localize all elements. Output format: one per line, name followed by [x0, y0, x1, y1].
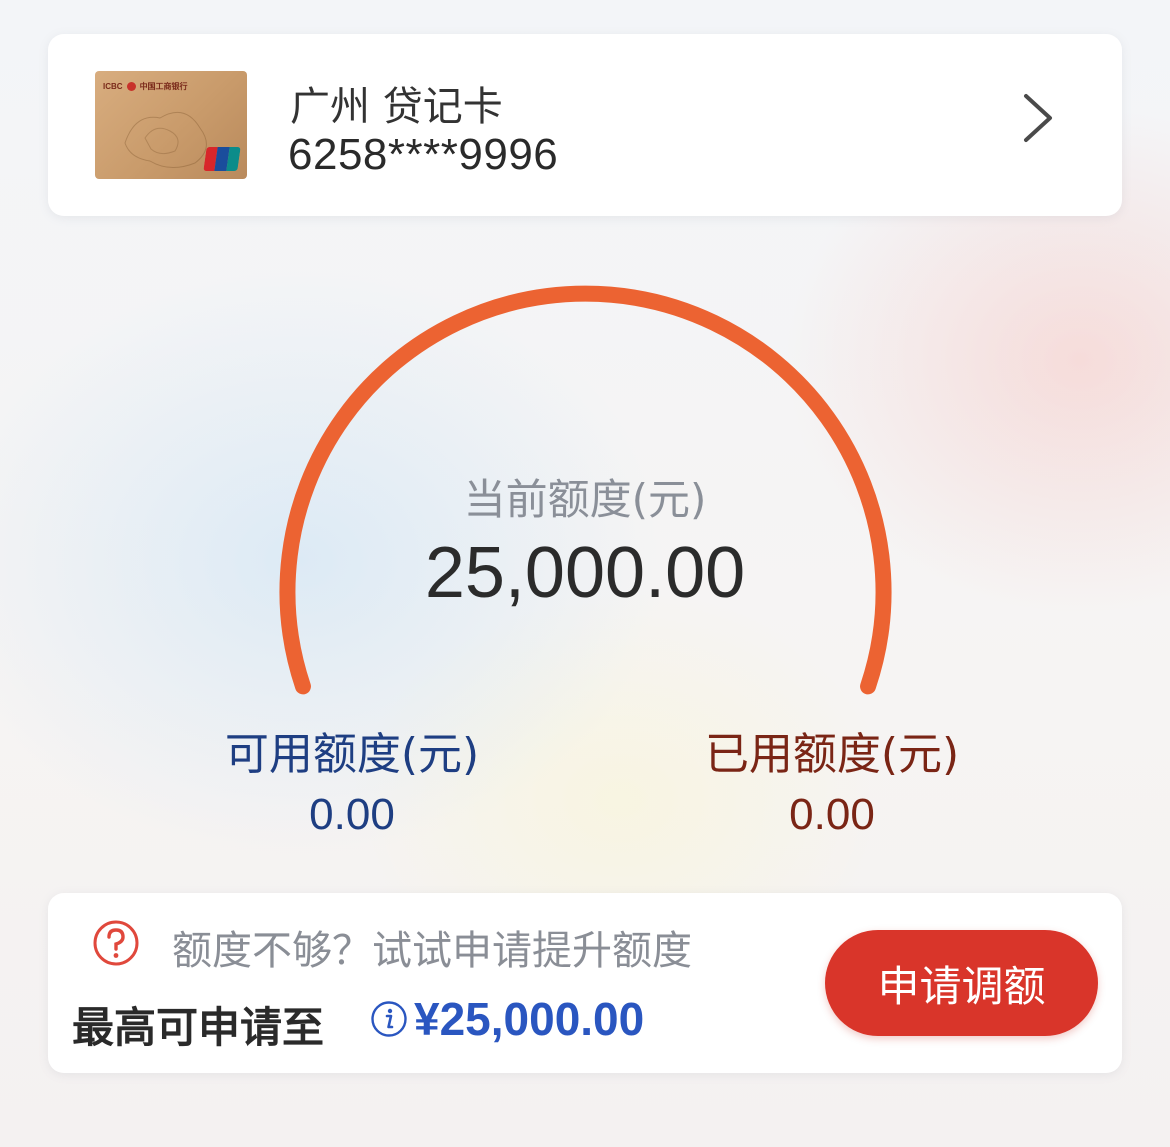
used-limit-label: 已用额度(元) [704, 729, 960, 780]
unionpay-icon [203, 147, 241, 171]
card-number: 6258****9996 [288, 130, 559, 179]
bank-logo-icon [126, 82, 136, 91]
card-image: ICBC 中国工商银行 [95, 71, 247, 179]
apply-raise-button[interactable]: 申请调额 [825, 930, 1098, 1036]
max-limit-value: ¥25,000.00 [414, 993, 645, 1045]
available-limit: 可用额度(元) 0.00 [192, 718, 512, 840]
bank-name: 中国工商银行 [139, 82, 188, 91]
available-limit-label: 可用额度(元) [224, 729, 480, 780]
info-icon[interactable] [370, 1000, 408, 1038]
used-limit: 已用额度(元) 0.00 [672, 718, 992, 840]
current-limit-value: 25,000.00 [424, 533, 746, 613]
current-limit-label: 当前额度(元) [463, 475, 707, 524]
available-limit-value: 0.00 [309, 790, 395, 839]
bank-abbr: ICBC [103, 82, 123, 91]
card-name: 广州 贷记卡 [290, 84, 503, 130]
used-limit-value: 0.00 [789, 790, 875, 839]
question-icon [93, 920, 139, 966]
chevron-right-icon[interactable] [1016, 90, 1060, 146]
raise-limit-hint: 额度不够？试试申请提升额度 [172, 928, 692, 974]
max-limit-label: 最高可申请至 [72, 1003, 325, 1052]
